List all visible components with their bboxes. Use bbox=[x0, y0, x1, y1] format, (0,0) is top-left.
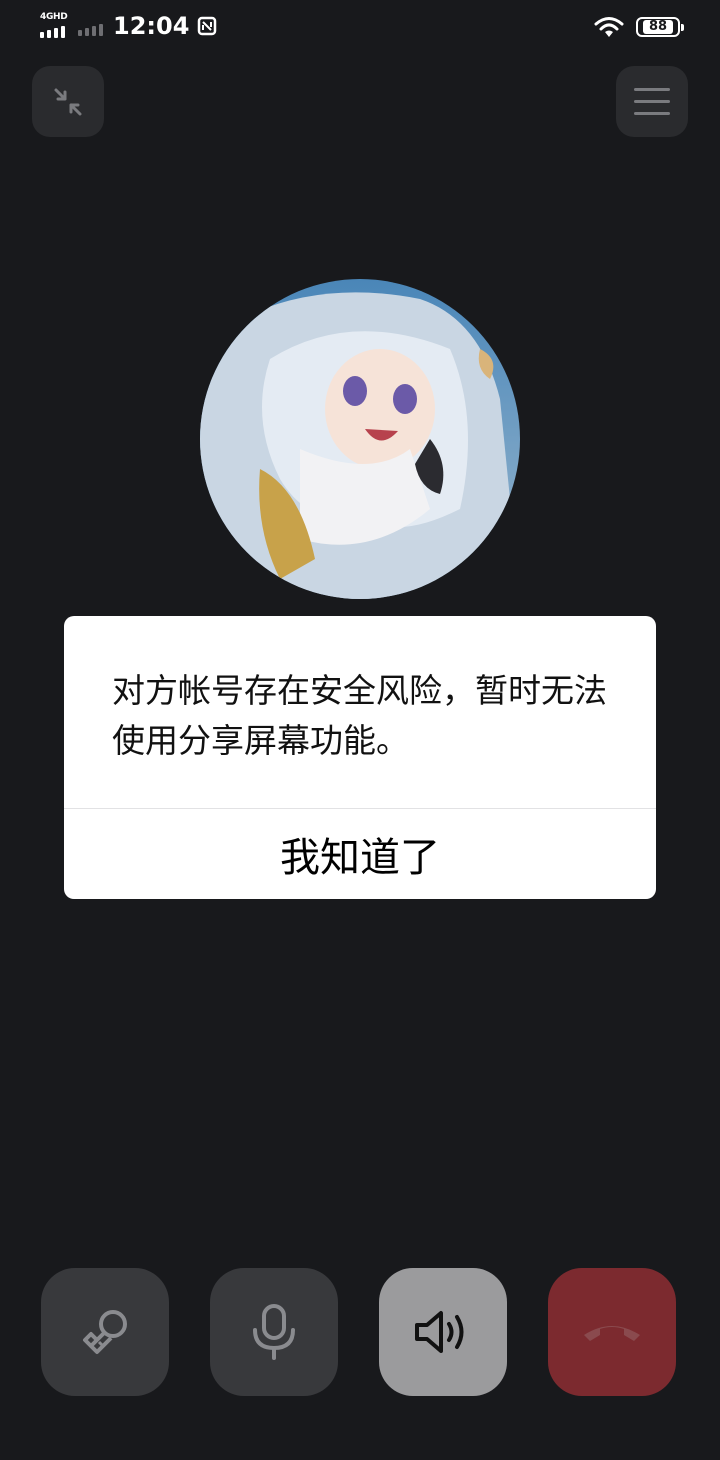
speaker-button[interactable] bbox=[379, 1268, 507, 1396]
contact-avatar bbox=[200, 279, 520, 599]
microphone-icon bbox=[253, 1304, 295, 1360]
alert-dialog: 对方帐号存在安全风险，暂时无法使用分享屏幕功能。 我知道了 bbox=[64, 616, 656, 899]
speaker-icon bbox=[415, 1311, 464, 1353]
dialog-message: 对方帐号存在安全风险，暂时无法使用分享屏幕功能。 bbox=[112, 671, 607, 760]
menu-button[interactable] bbox=[616, 66, 688, 137]
hang-up-button[interactable] bbox=[548, 1268, 676, 1396]
hang-up-icon bbox=[584, 1326, 640, 1341]
network-type-label: 4GHD bbox=[40, 12, 68, 22]
battery-icon: 88 bbox=[636, 17, 684, 37]
nfc-icon bbox=[198, 16, 217, 36]
minimize-button[interactable] bbox=[32, 66, 104, 137]
menu-icon bbox=[634, 87, 670, 115]
battery-level: 88 bbox=[642, 20, 674, 34]
secondary-signal-icon bbox=[78, 14, 103, 38]
minimize-icon bbox=[54, 88, 82, 115]
acknowledge-button[interactable]: 我知道了 bbox=[64, 809, 656, 899]
screen-share-icon bbox=[83, 1310, 127, 1354]
status-bar: 4GHD 12:04 88 bbox=[0, 0, 720, 56]
status-time: 12:04 bbox=[113, 12, 190, 40]
wifi-icon bbox=[594, 17, 624, 37]
cellular-signal-icon: 4GHD bbox=[40, 12, 72, 40]
microphone-button[interactable] bbox=[210, 1268, 338, 1396]
screen-share-button[interactable] bbox=[41, 1268, 169, 1396]
